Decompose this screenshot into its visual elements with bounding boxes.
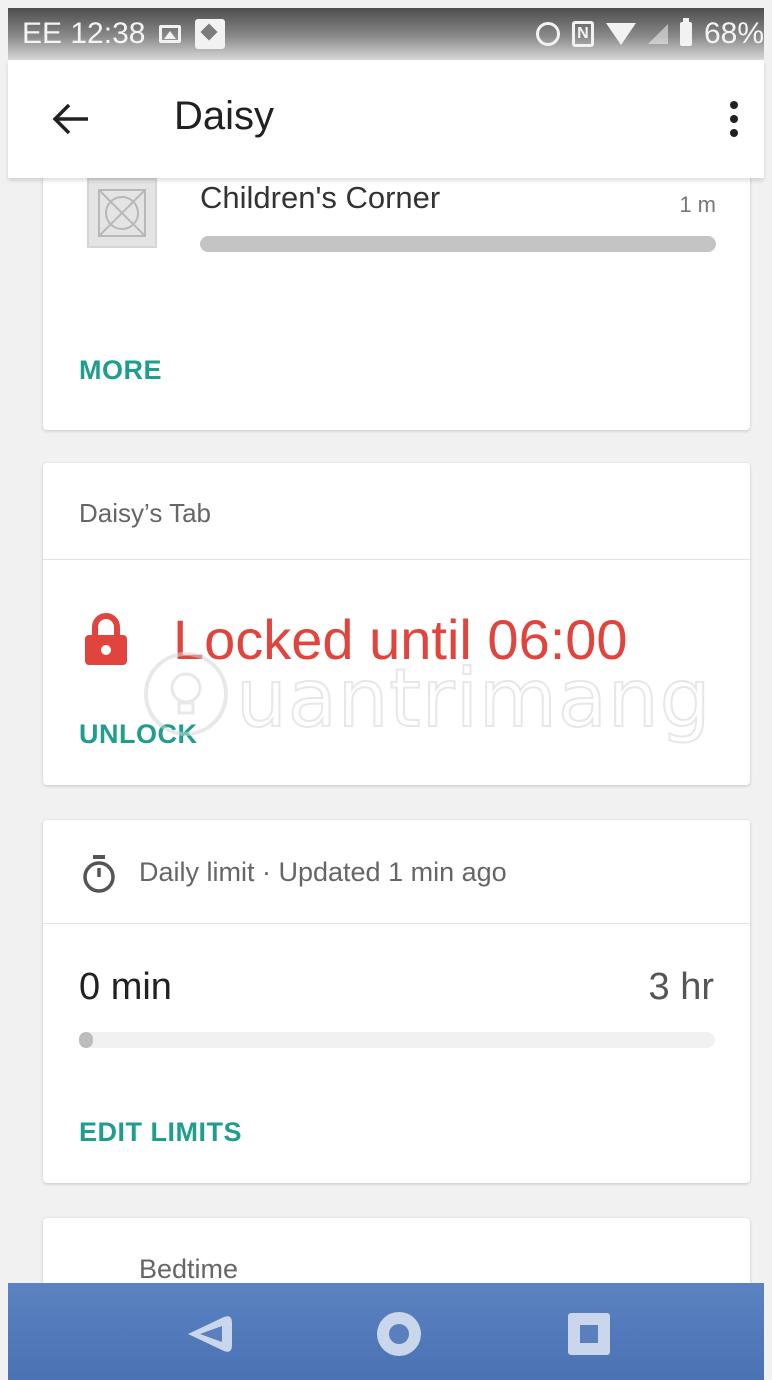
page-title: Daisy <box>174 94 275 138</box>
timer-icon <box>81 854 117 894</box>
bedtime-label: Bedtime <box>139 1254 239 1284</box>
app-usage-bar-fill <box>200 236 716 252</box>
device-name: Daisy’s Tab <box>79 498 211 528</box>
used-time: 0 min <box>79 966 172 1008</box>
signal-icon <box>647 24 668 44</box>
nav-home-button[interactable] <box>374 1309 424 1359</box>
daily-limit-card: Daily limit · Updated 1 min ago 0 min 3 … <box>43 820 750 1183</box>
lock-status: Locked until 06:00 <box>173 608 628 671</box>
status-carrier-time: EE 12:38 <box>22 8 145 60</box>
more-vert-dot <box>730 129 738 137</box>
daily-limit-progress-fill <box>79 1032 93 1048</box>
image-icon <box>159 25 182 43</box>
daily-limit-progress <box>79 1032 715 1048</box>
battery-icon <box>679 18 692 46</box>
recents-nav-icon <box>568 1313 610 1355</box>
more-vert-dot <box>730 115 738 123</box>
device-card: Daisy’s Tab Locked until 06:00 UNLOCK <box>43 463 750 785</box>
back-button[interactable] <box>50 98 92 140</box>
divider <box>43 923 750 924</box>
system-nav-bar <box>8 1283 764 1380</box>
app-icon <box>87 178 157 248</box>
edit-limits-button[interactable]: EDIT LIMITS <box>79 1117 242 1148</box>
battery-percent: 68% <box>703 17 764 50</box>
back-nav-icon <box>188 1316 232 1352</box>
unlock-button[interactable]: UNLOCK <box>79 719 198 750</box>
placeholder-icon <box>98 189 146 237</box>
apps-card: Children's Corner 1 m MORE <box>43 150 750 430</box>
clock: 12:38 <box>70 17 146 50</box>
nav-recents-button[interactable] <box>564 1309 614 1359</box>
app-usage-bar <box>200 236 716 252</box>
limit-time: 3 hr <box>648 966 714 1008</box>
app-usage-time: 1 m <box>679 192 716 217</box>
more-vert-icon <box>730 101 738 109</box>
home-nav-icon <box>377 1312 421 1356</box>
nav-back-button[interactable] <box>184 1309 234 1359</box>
alarm-icon <box>535 22 560 46</box>
status-bar-right: N 68% <box>535 8 764 60</box>
carrier-label: EE <box>22 17 63 50</box>
arrow-back-icon <box>52 103 88 135</box>
nfc-icon: N <box>571 21 594 47</box>
divider <box>43 559 750 560</box>
more-button[interactable]: MORE <box>79 355 162 386</box>
daily-limit-header: Daily limit · Updated 1 min ago <box>139 857 507 887</box>
lock-icon <box>83 611 129 667</box>
picture-icon <box>195 19 226 49</box>
app-bar: Daisy <box>8 60 764 178</box>
status-bar: EE 12:38 N 68% <box>8 8 764 60</box>
more-options-button[interactable] <box>722 98 746 142</box>
wifi-icon <box>605 23 636 45</box>
app-name: Children's Corner <box>200 180 441 215</box>
status-bar-left: EE 12:38 <box>22 8 226 60</box>
